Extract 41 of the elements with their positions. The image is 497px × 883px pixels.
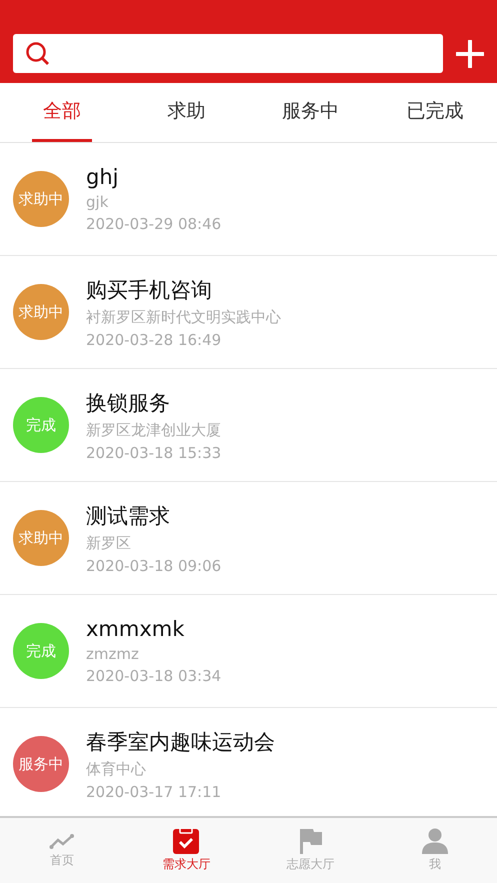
request-time: 2020-03-28 16:49: [86, 330, 222, 348]
filter-tab[interactable]: 全部: [32, 83, 92, 142]
request-time: 2020-03-18 03:34: [86, 667, 222, 685]
filter-tab[interactable]: 已完成: [395, 83, 474, 142]
request-location: gjk: [86, 193, 110, 211]
filter-tab[interactable]: 求助: [156, 83, 216, 142]
request-item[interactable]: 求助中 购买手机咨询 衬新罗区新时代文明实践中心 2020-03-28 16:49: [0, 256, 497, 369]
request-time: 2020-03-29 08:46: [86, 215, 222, 233]
request-title: 测试需求: [86, 502, 171, 530]
filter-tab[interactable]: 服务中: [271, 83, 350, 142]
search-field[interactable]: [13, 34, 443, 73]
request-time: 2020-03-18 09:06: [86, 556, 222, 574]
trend-icon: [49, 832, 76, 850]
request-location: 体育中心: [86, 760, 147, 778]
request-location: 新罗区: [86, 534, 132, 552]
nav-tab[interactable]: 需求大厅: [124, 818, 248, 883]
request-time: 2020-03-17 17:11: [86, 782, 222, 800]
request-location: zmzmz: [86, 645, 140, 663]
request-title: 春季室内趣味运动会: [86, 728, 275, 756]
status-badge: 完成: [13, 623, 69, 679]
request-title: xmmxmk: [86, 617, 186, 641]
search-icon: [25, 40, 51, 66]
request-title: ghj: [86, 165, 120, 189]
checklist-icon: [173, 828, 200, 854]
request-title: 换锁服务: [86, 390, 171, 416]
request-location: 新罗区龙津创业大厦: [86, 420, 222, 440]
request-item[interactable]: 求助中 ghj gjk 2020-03-29 08:46: [0, 143, 497, 256]
request-item[interactable]: 求助中 测试需求 新罗区 2020-03-18 09:06: [0, 482, 497, 595]
status-badge: 求助中: [13, 510, 69, 566]
request-location: 衬新罗区新时代文明实践中心: [86, 308, 281, 326]
request-time: 2020-03-18 15:33: [86, 444, 222, 462]
request-item[interactable]: 完成 xmmxmk zmzmz 2020-03-18 03:34: [0, 595, 497, 708]
request-item[interactable]: 完成 换锁服务 新罗区龙津创业大厦 2020-03-18 15:33: [0, 369, 497, 482]
status-badge: 求助中: [13, 284, 69, 340]
status-badge: 完成: [13, 397, 69, 453]
flag-icon: [298, 828, 323, 854]
plus-icon: [456, 40, 484, 68]
status-badge: 服务中: [13, 736, 69, 792]
status-badge: 求助中: [13, 171, 69, 227]
request-title: 购买手机咨询: [86, 276, 213, 304]
person-icon: [422, 828, 448, 854]
